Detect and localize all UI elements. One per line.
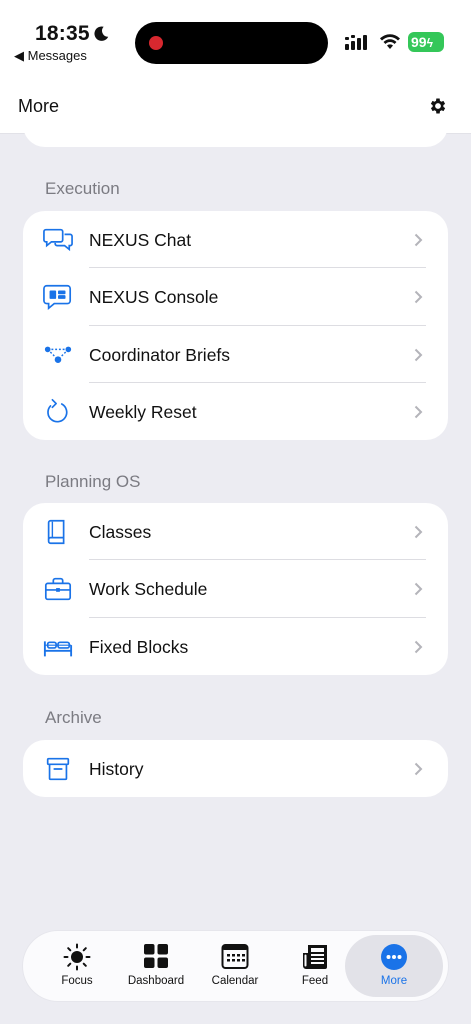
book-icon (47, 519, 65, 545)
tab-feed[interactable]: Feed (277, 931, 353, 1001)
planning-os-card: Classes Work Schedule Fixed Blocks (23, 503, 448, 675)
newspaper-icon (303, 945, 327, 969)
chevron-right-icon (414, 525, 423, 539)
cellular-signal-icon (345, 35, 367, 50)
archive-box-icon (46, 757, 70, 781)
tab-calendar[interactable]: Calendar (197, 931, 273, 1001)
menu-item-classes[interactable]: Classes (23, 503, 448, 561)
calendar-icon (221, 944, 249, 969)
menu-item-history[interactable]: History (23, 740, 448, 797)
tab-focus[interactable]: Focus (39, 931, 115, 1001)
console-bubble-icon (43, 285, 72, 311)
gear-icon[interactable] (428, 96, 448, 116)
section-title-planning-os: Planning OS (45, 472, 141, 491)
menu-item-label: NEXUS Console (89, 287, 219, 308)
menu-item-coordinator-briefs[interactable]: Coordinator Briefs (23, 326, 448, 383)
chevron-right-icon (414, 291, 423, 304)
chevron-right-icon (414, 640, 423, 653)
section-title-archive: Archive (45, 708, 102, 727)
menu-item-nexus-chat[interactable]: NEXUS Chat (23, 211, 448, 269)
menu-item-label: Work Schedule (89, 579, 208, 600)
battery-icon: 99ϟ (408, 32, 444, 52)
more-dots-icon (381, 944, 407, 970)
tab-label: More (380, 975, 408, 987)
status-time: 18:35 (35, 22, 90, 45)
menu-item-work-schedule[interactable]: Work Schedule (23, 560, 448, 618)
menu-item-fixed-blocks[interactable]: Fixed Blocks (23, 618, 448, 675)
back-to-messages-link[interactable]: ◀ Messages (14, 48, 87, 64)
network-nodes-icon (44, 346, 72, 363)
status-bar: 18:35 ◀ Messages 99ϟ (0, 0, 471, 80)
chevron-right-icon (414, 233, 423, 247)
section-title-execution: Execution (45, 179, 120, 198)
tab-label: Calendar (211, 975, 259, 987)
wifi-icon (380, 34, 400, 49)
chevron-right-icon (414, 583, 423, 596)
tab-label: Feed (301, 975, 329, 987)
tab-label: Focus (61, 975, 93, 987)
chat-bubbles-icon (43, 228, 73, 252)
menu-item-label: NEXUS Chat (89, 230, 192, 250)
menu-item-label: Classes (89, 522, 152, 542)
archive-card: History (23, 740, 448, 798)
briefcase-icon (44, 578, 72, 601)
tab-dashboard[interactable]: Dashboard (117, 931, 195, 1001)
battery-level: 99 (411, 34, 427, 50)
recording-indicator-icon (149, 36, 163, 50)
moon-icon (94, 26, 109, 41)
grid-icon (144, 944, 168, 968)
execution-card: NEXUS Chat NEXUS Console Coordinator Bri… (23, 211, 448, 441)
page-title: More (18, 96, 60, 116)
menu-item-nexus-console[interactable]: NEXUS Console (23, 268, 448, 326)
menu-item-label: History (89, 759, 144, 779)
refresh-icon (47, 398, 68, 423)
previous-section-card (23, 120, 448, 147)
chevron-right-icon (414, 762, 423, 776)
tab-bar: Focus Dashboard Calendar Feed More (23, 931, 448, 1001)
tab-label: Dashboard (127, 975, 185, 987)
menu-item-label: Weekly Reset (89, 401, 197, 422)
chevron-right-icon (414, 348, 423, 361)
dynamic-island (135, 22, 328, 64)
menu-item-weekly-reset[interactable]: Weekly Reset (23, 383, 448, 440)
bed-icon (43, 640, 73, 656)
chevron-right-icon (414, 405, 423, 419)
menu-item-label: Coordinator Briefs (89, 344, 231, 365)
sun-icon (63, 943, 91, 971)
tab-more[interactable]: More (345, 935, 443, 997)
menu-item-label: Fixed Blocks (89, 636, 189, 657)
